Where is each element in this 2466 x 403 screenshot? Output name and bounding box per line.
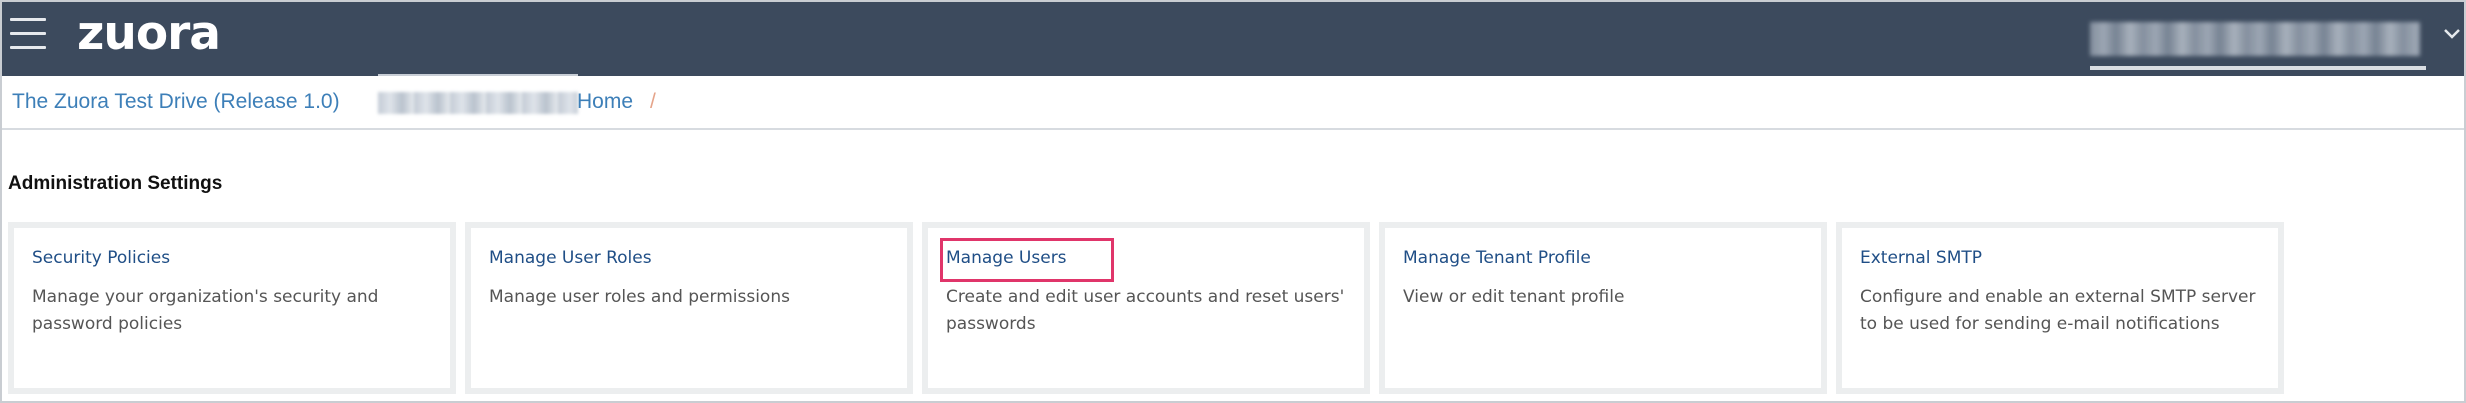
card-title[interactable]: Manage Users	[946, 248, 1067, 268]
card-description: Manage your organization's security and …	[32, 287, 379, 334]
hamburger-menu-icon[interactable]	[10, 18, 46, 50]
card-manage-users[interactable]: Manage Users Create and edit user accoun…	[922, 222, 1370, 394]
card-manage-tenant-profile[interactable]: Manage Tenant Profile View or edit tenan…	[1379, 222, 1827, 394]
breadcrumb-separator: /	[650, 90, 656, 113]
card-description: View or edit tenant profile	[1403, 287, 1625, 307]
redacted-divider	[378, 74, 578, 76]
card-title[interactable]: External SMTP	[1860, 248, 1982, 268]
card-title[interactable]: Manage Tenant Profile	[1403, 248, 1591, 268]
redacted-tenant-id	[378, 92, 578, 114]
app-frame: zuora The Zuora Test Drive (Release 1.0)…	[0, 0, 2466, 403]
user-account-underline	[2090, 66, 2426, 70]
card-title[interactable]: Security Policies	[32, 248, 170, 268]
breadcrumb-home-link[interactable]: Home	[577, 89, 633, 115]
chevron-down-icon[interactable]	[2442, 24, 2462, 44]
zuora-logo[interactable]: zuora	[77, 4, 221, 64]
breadcrumb: The Zuora Test Drive (Release 1.0) Home …	[2, 74, 2464, 130]
card-external-smtp[interactable]: External SMTP Configure and enable an ex…	[1836, 222, 2284, 394]
breadcrumb-tenant-link[interactable]: The Zuora Test Drive (Release 1.0)	[12, 89, 340, 115]
card-description: Create and edit user accounts and reset …	[946, 287, 1345, 334]
card-manage-user-roles[interactable]: Manage User Roles Manage user roles and …	[465, 222, 913, 394]
card-security-policies[interactable]: Security Policies Manage your organizati…	[8, 222, 456, 394]
top-navigation-bar: zuora	[2, 2, 2464, 76]
card-description: Configure and enable an external SMTP se…	[1860, 287, 2256, 334]
card-title[interactable]: Manage User Roles	[489, 248, 652, 268]
card-description: Manage user roles and permissions	[489, 287, 790, 307]
user-account-menu[interactable]	[2090, 22, 2420, 56]
page-title: Administration Settings	[8, 173, 223, 194]
